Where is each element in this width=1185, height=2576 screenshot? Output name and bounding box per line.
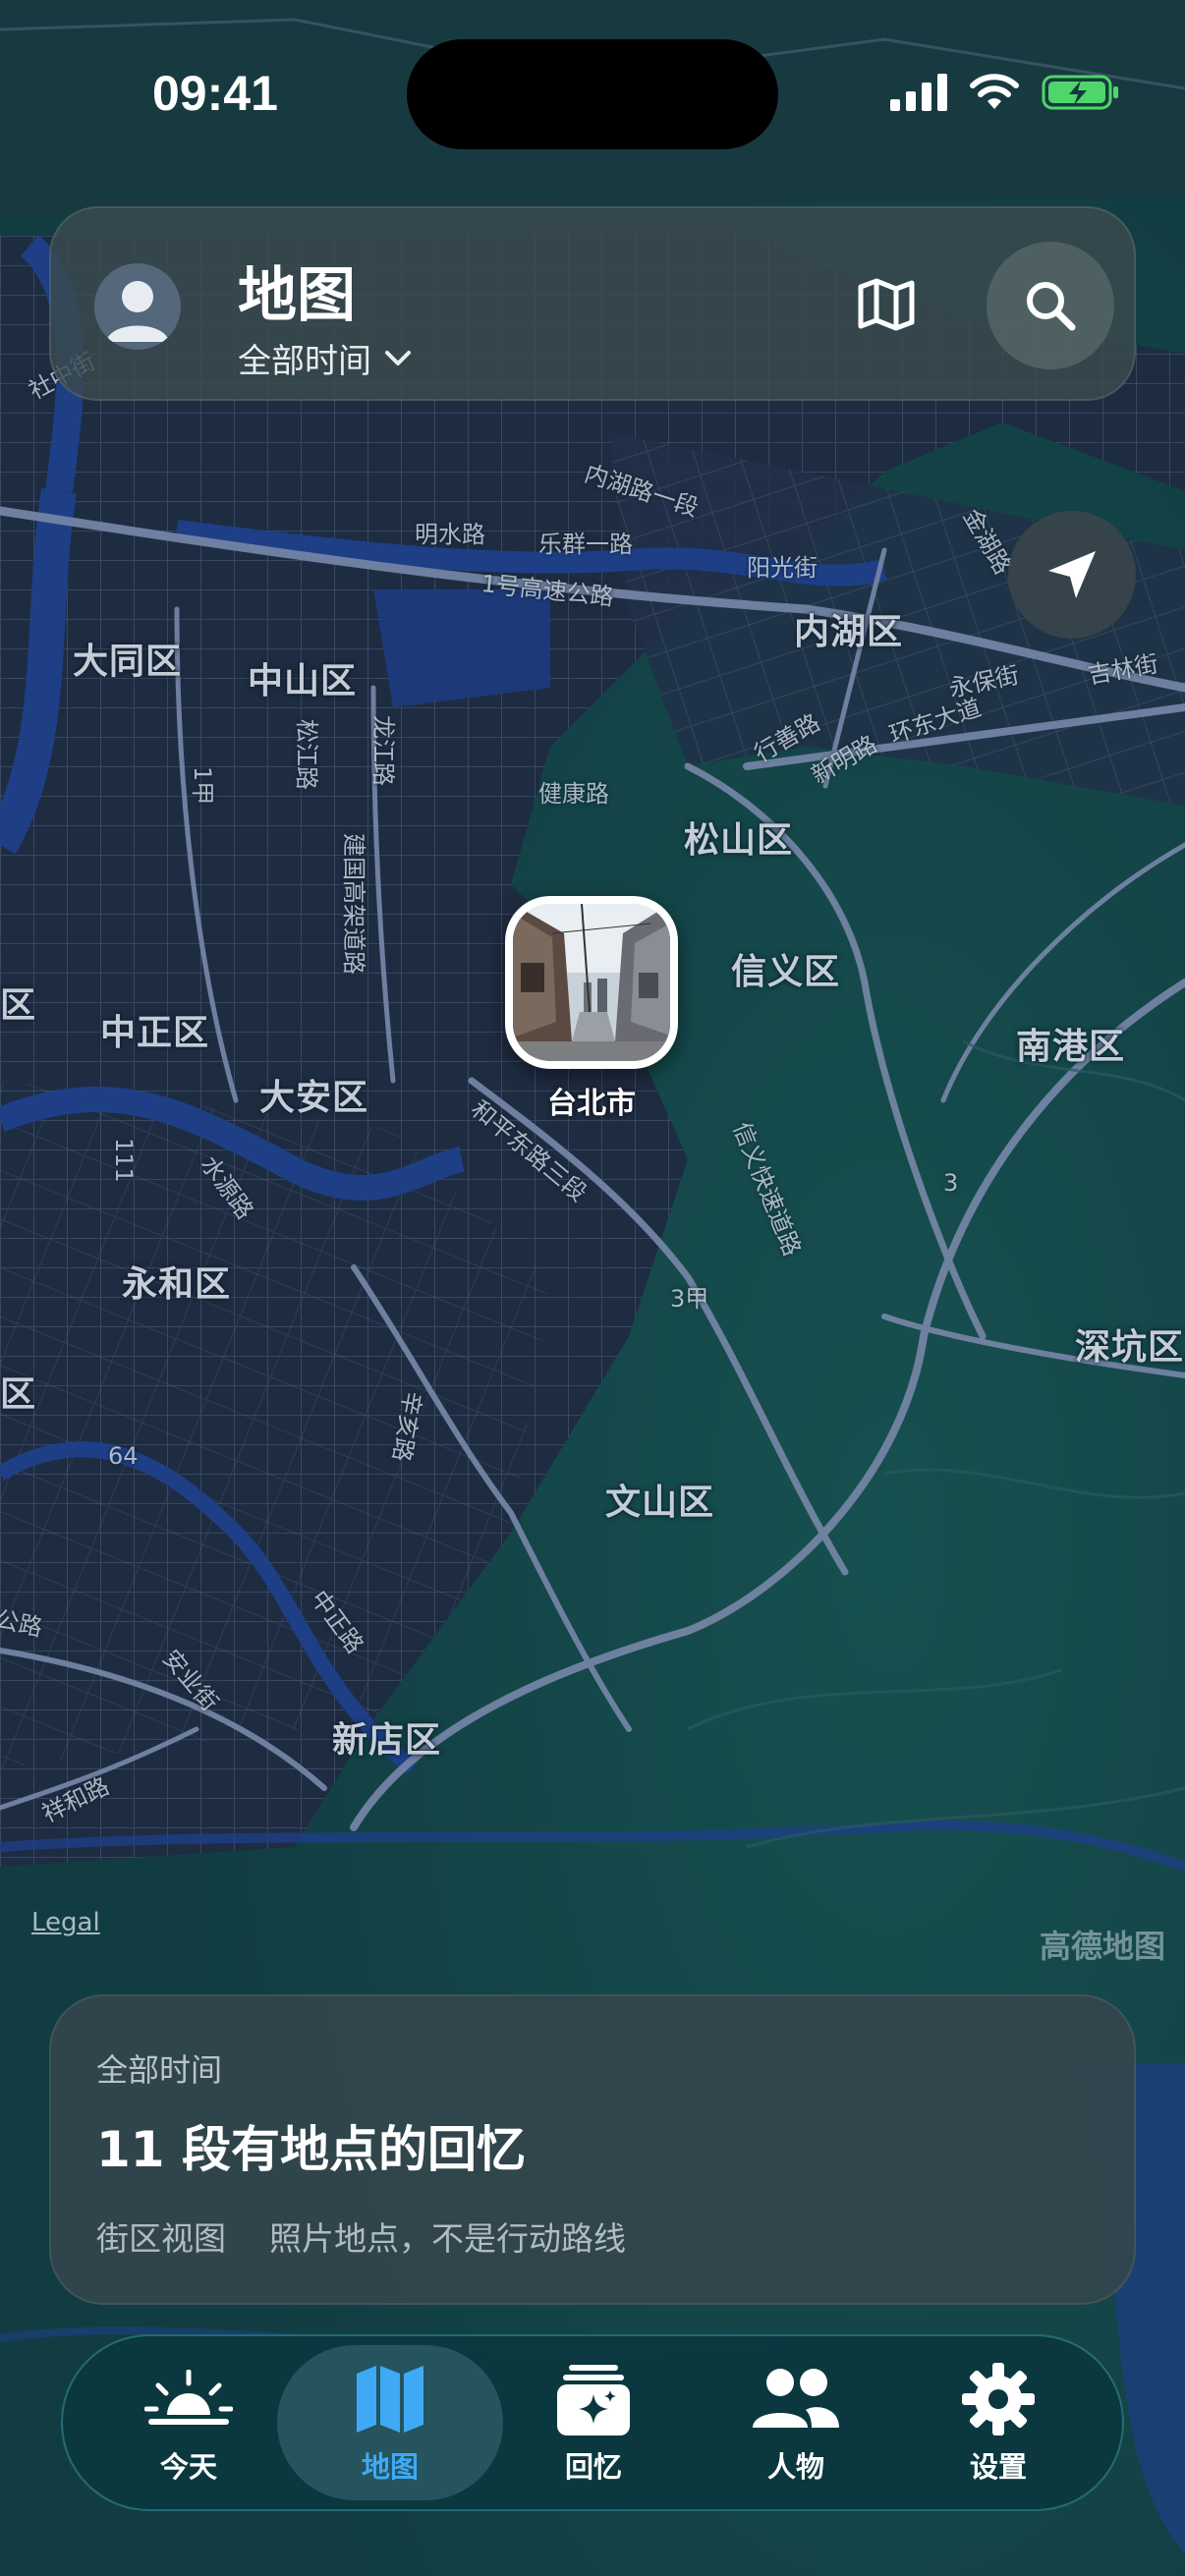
locate-me-button[interactable] [1008,511,1136,639]
road-label: 松江路 [293,719,320,790]
district-label: 大同区 [73,642,183,682]
summary-note-text: 照片地点，不是行动路线 [269,2219,626,2258]
district-label: 信义区 [731,952,841,992]
district-label: 永和区 [122,1264,232,1305]
road-label: 明水路 [415,521,485,548]
search-icon [1027,282,1076,331]
gear-icon [962,2363,1035,2436]
district-label: 区 [0,985,37,1026]
road-label: 乐群一路 [538,531,633,558]
road-label: 3 [943,1169,959,1197]
map-provider-logo: 高德地图 [1040,1928,1166,1965]
road-label: 阳光街 [747,554,818,582]
tab-label: 地图 [361,2450,419,2484]
summary-time-filter: 全部时间 [96,2051,223,2089]
tab-map[interactable]: 地图 [277,2345,503,2500]
map-icon [357,2366,423,2433]
road-label: 111 [110,1138,138,1183]
tab-label: 今天 [159,2450,217,2484]
legal-link[interactable]: Legal [31,1908,100,1937]
street-photo [513,904,670,1061]
cellular-signal-icon [890,74,947,111]
road-label: 1甲 [189,766,216,806]
road-label: 64 [108,1442,139,1470]
status-icons [890,73,1120,112]
road-label: 龙江路 [369,715,397,786]
road-label: 健康路 [538,780,609,808]
location-arrow-icon [1048,551,1096,598]
status-time: 09:41 [152,66,278,121]
district-label: 新店区 [332,1720,442,1761]
pin-photo-thumbnail [513,904,670,1061]
tab-bar: 今天 地图 回忆 人物 设置 [61,2334,1124,2511]
tab-today[interactable]: 今天 [90,2336,287,2509]
memories-icon [557,2365,630,2436]
tab-memories[interactable]: 回忆 [495,2336,692,2509]
summary-title: 11 段有地点的回忆 [96,2121,526,2178]
page-title: 地图 [238,261,356,330]
district-label: 大安区 [259,1078,369,1118]
district-label: 中正区 [100,1013,210,1053]
time-filter-dropdown[interactable]: 全部时间 [238,334,413,382]
district-label: 区 [0,1374,37,1415]
map-header-card: 地图 全部时间 [49,206,1136,401]
avatar[interactable] [94,263,181,350]
map-icon [858,278,915,331]
road-label: 3甲 [670,1285,709,1313]
map-style-button[interactable] [849,267,924,342]
pin-label: 台北市 [547,1087,636,1121]
people-icon [753,2369,839,2428]
wifi-icon [970,74,1019,109]
district-label: 文山区 [605,1483,715,1523]
tab-label: 设置 [969,2450,1027,2484]
dynamic-island [407,39,778,149]
district-label: 松山区 [684,820,794,861]
chevron-down-icon [385,350,411,365]
tab-label: 回忆 [564,2450,622,2484]
district-label: 南港区 [1016,1027,1126,1067]
search-button[interactable] [987,242,1114,369]
summary-subtitle: 街区视图 照片地点，不是行动路线 [96,2212,669,2260]
district-label: 深坑区 [1075,1327,1185,1368]
sunrise-icon [144,2370,233,2425]
tab-label: 人物 [766,2450,824,2484]
view-mode-label: 街区视图 [96,2219,226,2258]
status-bar: 09:41 [0,0,1185,187]
district-label: 中山区 [248,661,358,701]
tab-settings[interactable]: 设置 [900,2336,1097,2509]
photo-pin[interactable] [505,896,678,1069]
district-label: 内湖区 [794,612,904,652]
tab-people[interactable]: 人物 [698,2336,894,2509]
time-filter-label: 全部时间 [238,342,371,381]
memories-summary-card[interactable]: 全部时间 11 段有地点的回忆 街区视图 照片地点，不是行动路线 [49,1994,1136,2305]
person-icon [106,281,169,342]
battery-charging-icon [1042,75,1118,110]
road-label: 建国高架道路 [340,833,367,975]
